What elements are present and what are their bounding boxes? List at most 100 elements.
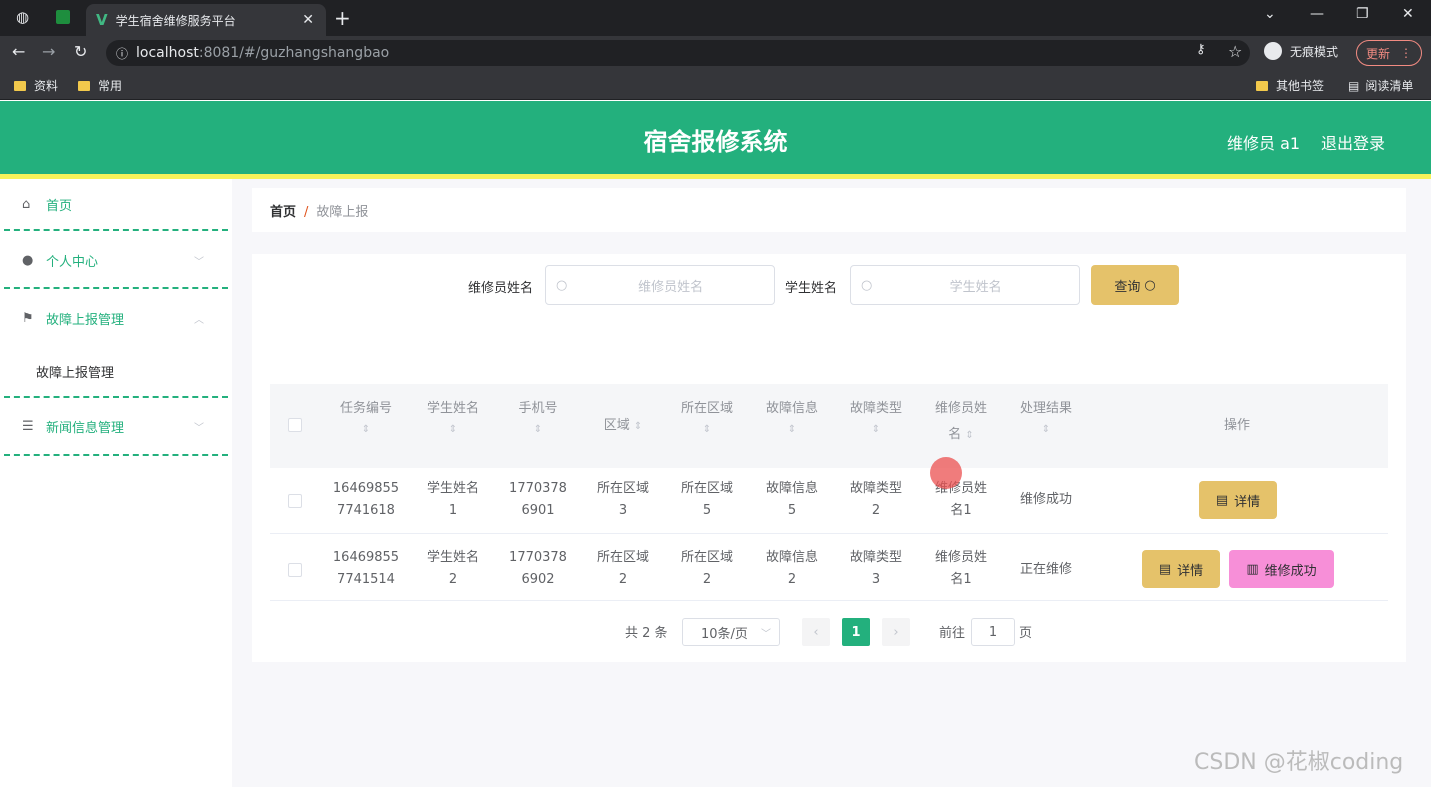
row-checkbox[interactable] — [288, 563, 302, 577]
sheets-tab-icon[interactable] — [56, 10, 70, 24]
column-header-area[interactable]: 区域 ⇕ — [583, 413, 663, 440]
chevron-up-icon: ︿ — [194, 314, 204, 326]
cell-student: 学生姓名 2 — [426, 550, 479, 587]
restore-icon[interactable]: ❐ — [1356, 6, 1369, 22]
column-header-task-no[interactable]: 任务编号 ⇕ — [326, 396, 406, 438]
tab-search-chevron-icon[interactable]: ⌄ — [1264, 6, 1276, 22]
repairer-name-input[interactable]: ○ 维修员姓名 — [545, 265, 775, 305]
page-size-value: 10条/页 — [701, 626, 748, 642]
repair-success-button[interactable]: ▥ 维修成功 — [1229, 550, 1334, 588]
breadcrumb-home[interactable]: 首页 — [270, 205, 296, 220]
detail-button[interactable]: ▤ 详情 — [1199, 481, 1277, 519]
page-number-current[interactable]: 1 — [842, 618, 870, 646]
current-user: 维修员 a1 — [1227, 134, 1301, 153]
url-host: localhost — [136, 45, 199, 61]
cell-located-area: 所在区域 2 — [680, 550, 733, 587]
sidebar-item-news[interactable]: ☰ 新闻信息管理 ﹀ — [0, 401, 228, 451]
bookmark-label: 常用 — [98, 79, 123, 93]
minimize-icon[interactable]: — — [1310, 6, 1324, 22]
logout-link[interactable]: 退出登录 — [1321, 130, 1385, 154]
chevron-down-icon: ﹀ — [194, 256, 204, 268]
sidebar-subitem-fault-report[interactable]: 故障上报管理 — [36, 362, 114, 381]
forward-arrow-icon[interactable]: → — [42, 42, 55, 61]
sort-icon[interactable]: ⇕ — [836, 422, 916, 438]
reading-list[interactable]: ▤ 阅读清单 — [1348, 77, 1413, 94]
cell-repairer: 维修员姓 名1 — [934, 481, 987, 518]
bookmark-other[interactable]: 其他书签 — [1256, 77, 1324, 94]
sort-icon[interactable]: ⇕ — [752, 422, 832, 438]
breadcrumb: 首页 / 故障上报 — [270, 201, 368, 220]
home-icon: ⌂ — [22, 196, 31, 212]
url-bar[interactable]: ⓘ localhost:8081/#/guzhangshangbao — [106, 40, 1250, 66]
new-tab-icon[interactable]: + — [334, 6, 351, 30]
sidebar-item-label: 个人中心 — [46, 254, 99, 270]
sort-icon[interactable]: ⇕ — [634, 421, 642, 432]
next-page-button[interactable]: › — [882, 618, 910, 646]
column-header-phone[interactable]: 手机号 ⇕ — [498, 396, 578, 438]
sidebar-item-profile[interactable]: ● 个人中心 ﹀ — [0, 235, 228, 285]
detail-button-label: 详情 — [1177, 563, 1204, 579]
vue-logo-icon: V — [96, 11, 108, 29]
cell-student: 学生姓名 1 — [426, 481, 479, 518]
breadcrumb-current: 故障上报 — [316, 205, 369, 220]
sidebar-item-label: 故障上报管理 — [46, 312, 125, 328]
column-header-repairer[interactable]: 维修员姓名 ⇕ — [921, 396, 1001, 449]
sort-icon[interactable]: ⇕ — [413, 422, 493, 438]
detail-button-label: 详情 — [1234, 494, 1261, 510]
page-unit-label: 页 — [1019, 626, 1033, 641]
sort-icon[interactable]: ⇕ — [326, 422, 406, 438]
back-arrow-icon[interactable]: ← — [12, 42, 25, 61]
incognito-indicator[interactable]: 无痕模式 — [1264, 42, 1338, 60]
tab-title: 学生宿舍维修服务平台 — [115, 13, 236, 28]
student-name-placeholder: 学生姓名 — [949, 279, 1002, 295]
query-button[interactable]: 查询 ○ — [1091, 265, 1179, 305]
close-window-icon[interactable]: ✕ — [1402, 6, 1414, 22]
column-header-student[interactable]: 学生姓名 ⇕ — [413, 396, 493, 438]
menu-dots-icon: ⋮ — [1400, 46, 1412, 60]
bookmark-label: 其他书签 — [1276, 79, 1325, 93]
document-icon: ▤ — [1158, 561, 1172, 577]
column-header-located-area[interactable]: 所在区域 ⇕ — [667, 396, 747, 438]
reload-icon[interactable]: ↻ — [74, 42, 87, 61]
goto-page-input[interactable]: 1 — [971, 618, 1015, 646]
globe-icon[interactable]: ◍ — [16, 8, 29, 26]
reading-list-icon: ▤ — [1348, 78, 1360, 93]
sidebar-item-fault-report[interactable]: ⚑ 故障上报管理 ︿ — [0, 293, 228, 343]
column-header-result[interactable]: 处理结果 ⇕ — [1006, 396, 1086, 438]
sidebar-item-label: 新闻信息管理 — [46, 420, 125, 436]
cell-phone: 1770378 6901 — [509, 481, 567, 518]
student-name-input[interactable]: ○ 学生姓名 — [850, 265, 1080, 305]
sidebar-divider — [4, 229, 228, 231]
chevron-down-icon: ﹀ — [761, 628, 771, 640]
student-name-label: 学生姓名 — [785, 281, 838, 296]
user-icon: ● — [22, 252, 34, 268]
cell-area: 所在区域 2 — [596, 550, 649, 587]
browser-tab-active[interactable]: V 学生宿舍维修服务平台 ✕ — [86, 4, 326, 36]
sidebar-item-label: 首页 — [46, 198, 73, 214]
bookmark-folder-2[interactable]: 常用 — [78, 77, 122, 94]
select-all-checkbox[interactable] — [288, 418, 302, 432]
column-header-fault-type[interactable]: 故障类型 ⇕ — [836, 396, 916, 438]
update-button[interactable]: 更新 ⋮ — [1356, 40, 1422, 66]
page-size-select[interactable]: 10条/页 ﹀ — [682, 618, 780, 646]
bookmark-folder-1[interactable]: 资料 — [14, 77, 58, 94]
cell-result: 维修成功 — [1019, 492, 1072, 507]
sort-icon[interactable]: ⇕ — [1006, 422, 1086, 438]
tab-close-icon[interactable]: ✕ — [302, 12, 314, 28]
sort-icon[interactable]: ⇕ — [965, 430, 973, 441]
star-icon[interactable]: ☆ — [1228, 42, 1242, 61]
search-icon: ○ — [1144, 277, 1156, 293]
sidebar-item-home[interactable]: ⌂ 首页 — [0, 179, 228, 229]
url-path: :8081/#/guzhangshangbao — [198, 45, 390, 61]
chevron-left-icon: ‹ — [813, 624, 819, 640]
breadcrumb-separator: / — [304, 205, 309, 220]
sort-icon[interactable]: ⇕ — [498, 422, 578, 438]
goto-label: 前往 — [939, 626, 966, 641]
info-icon[interactable]: ⓘ — [116, 45, 128, 62]
row-checkbox[interactable] — [288, 494, 302, 508]
prev-page-button[interactable]: ‹ — [802, 618, 830, 646]
column-header-fault-info[interactable]: 故障信息 ⇕ — [752, 396, 832, 438]
key-icon[interactable]: ⚷ — [1196, 42, 1206, 57]
sort-icon[interactable]: ⇕ — [667, 422, 747, 438]
detail-button[interactable]: ▤ 详情 — [1142, 550, 1220, 588]
